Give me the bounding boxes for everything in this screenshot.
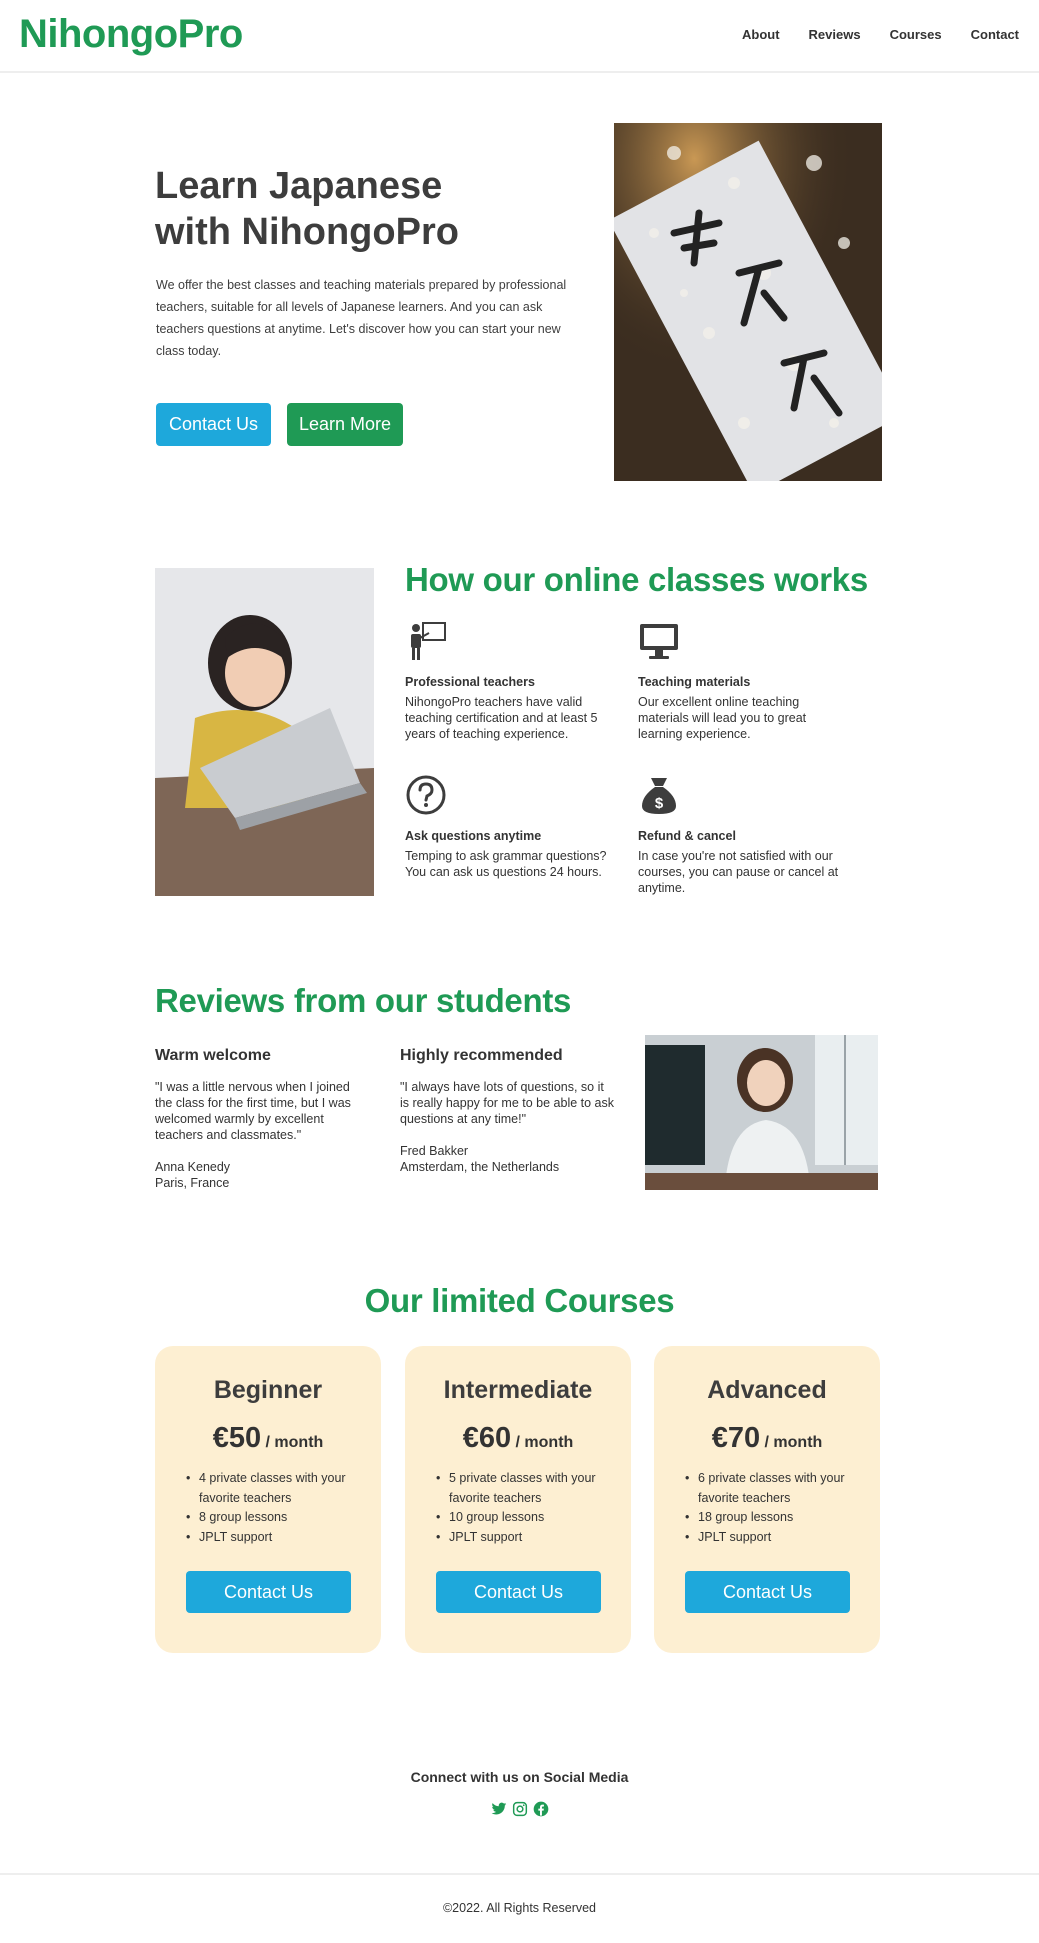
price-period: / month bbox=[764, 1434, 823, 1451]
course-feature: 4 private classes with your favorite tea… bbox=[186, 1469, 356, 1508]
price-amount: €60 bbox=[462, 1422, 512, 1454]
course-card-beginner: Beginner €50 / month 4 private classes w… bbox=[155, 1346, 381, 1653]
hero-contact-button[interactable]: Contact Us bbox=[156, 403, 271, 446]
nav-courses[interactable]: Courses bbox=[890, 27, 942, 42]
nav-reviews[interactable]: Reviews bbox=[809, 27, 861, 42]
course-feature: 18 group lessons bbox=[685, 1508, 855, 1528]
money-bag-icon: $ bbox=[642, 778, 676, 814]
reviews-section-title: Reviews from our students bbox=[155, 982, 572, 1019]
nav-contact[interactable]: Contact bbox=[971, 27, 1019, 42]
social-links bbox=[0, 1801, 1039, 1817]
price-period: / month bbox=[265, 1434, 324, 1451]
price-amount: €70 bbox=[711, 1422, 761, 1454]
monitor-icon bbox=[640, 624, 678, 659]
feature-text: In case you're not satisfied with our co… bbox=[638, 849, 839, 895]
review-quote: "I was a little nervous when I joined th… bbox=[155, 1080, 351, 1142]
course-contact-button[interactable]: Contact Us bbox=[436, 1571, 601, 1613]
question-icon bbox=[406, 775, 446, 815]
feature-title: Ask questions anytime bbox=[405, 829, 542, 843]
hero-description: We offer the best classes and teaching m… bbox=[156, 278, 567, 358]
feature-text: Our excellent online teaching materials … bbox=[638, 695, 807, 741]
copyright: ©2022. All Rights Reserved bbox=[442, 1901, 597, 1915]
feature-title: Professional teachers bbox=[405, 675, 535, 689]
price-amount: €50 bbox=[212, 1422, 262, 1454]
site-header: NihongoPro About Reviews Courses Contact bbox=[0, 0, 1039, 73]
logo[interactable]: NihongoPro bbox=[19, 12, 243, 57]
review-author: Anna Kenedy bbox=[155, 1160, 231, 1174]
course-features: 6 private classes with your favorite tea… bbox=[685, 1469, 855, 1547]
review-location: Paris, France bbox=[155, 1176, 230, 1190]
course-price: €70 / month bbox=[654, 1422, 880, 1455]
footer-divider bbox=[0, 1873, 1039, 1875]
course-card-advanced: Advanced €70 / month 6 private classes w… bbox=[654, 1346, 880, 1653]
course-feature: 8 group lessons bbox=[186, 1508, 356, 1528]
review-title: Highly recommended bbox=[400, 1047, 563, 1064]
svg-text:$: $ bbox=[655, 795, 664, 812]
course-feature: JPLT support bbox=[436, 1528, 606, 1548]
feature-title: Teaching materials bbox=[638, 675, 751, 689]
feature-teachers: Professional teachers NihongoPro teacher… bbox=[405, 620, 615, 742]
feature-title: Refund & cancel bbox=[638, 829, 736, 843]
hero-title-line1: Learn Japanese bbox=[155, 165, 443, 207]
hero-learn-more-button[interactable]: Learn More bbox=[287, 403, 403, 446]
review-card: Highly recommended "I always have lots o… bbox=[400, 1047, 615, 1175]
course-name: Beginner bbox=[213, 1376, 323, 1404]
course-name: Intermediate bbox=[443, 1376, 593, 1404]
course-contact-button[interactable]: Contact Us bbox=[186, 1571, 351, 1613]
course-feature: 5 private classes with your favorite tea… bbox=[436, 1469, 606, 1508]
main-nav: About Reviews Courses Contact bbox=[713, 27, 1019, 42]
course-price: €60 / month bbox=[405, 1422, 631, 1455]
student-photo bbox=[645, 1035, 878, 1190]
hero-title-line2: with NihongoPro bbox=[155, 211, 459, 253]
course-price: €50 / month bbox=[155, 1422, 381, 1455]
feature-text: NihongoPro teachers have valid teaching … bbox=[405, 695, 598, 741]
course-features: 5 private classes with your favorite tea… bbox=[436, 1469, 606, 1547]
teacher-icon bbox=[411, 622, 446, 660]
calligraphy-photo bbox=[614, 123, 882, 481]
feature-refund: $ Refund & cancel In case you're not sat… bbox=[638, 774, 848, 896]
review-author: Fred Bakker bbox=[400, 1144, 469, 1158]
feature-text: Temping to ask grammar questions? You ca… bbox=[405, 849, 607, 879]
nav-about[interactable]: About bbox=[742, 27, 780, 42]
course-contact-button[interactable]: Contact Us bbox=[685, 1571, 850, 1613]
course-card-intermediate: Intermediate €60 / month 5 private class… bbox=[405, 1346, 631, 1653]
how-section-title: How our online classes works bbox=[405, 561, 868, 598]
courses-section-title: Our limited Courses bbox=[364, 1282, 675, 1319]
course-features: 4 private classes with your favorite tea… bbox=[186, 1469, 356, 1547]
girl-laptop-photo bbox=[155, 568, 374, 896]
feature-questions: Ask questions anytime Temping to ask gra… bbox=[405, 774, 615, 880]
price-period: / month bbox=[515, 1434, 574, 1451]
course-feature: 6 private classes with your favorite tea… bbox=[685, 1469, 855, 1508]
review-card: Warm welcome "I was a little nervous whe… bbox=[155, 1047, 370, 1191]
hero-title: Learn Japanese with NihongoPro bbox=[155, 163, 575, 255]
review-quote: "I always have lots of questions, so it … bbox=[400, 1080, 615, 1126]
facebook-icon[interactable] bbox=[533, 1801, 549, 1817]
course-feature: JPLT support bbox=[186, 1528, 356, 1548]
course-feature: 10 group lessons bbox=[436, 1508, 606, 1528]
review-location: Amsterdam, the Netherlands bbox=[400, 1160, 560, 1174]
feature-materials: Teaching materials Our excellent online … bbox=[638, 620, 848, 742]
twitter-icon[interactable] bbox=[491, 1801, 507, 1817]
social-title: Connect with us on Social Media bbox=[410, 1769, 629, 1785]
course-feature: JPLT support bbox=[685, 1528, 855, 1548]
review-title: Warm welcome bbox=[155, 1047, 271, 1064]
instagram-icon[interactable] bbox=[512, 1801, 528, 1817]
course-name: Advanced bbox=[707, 1376, 827, 1404]
